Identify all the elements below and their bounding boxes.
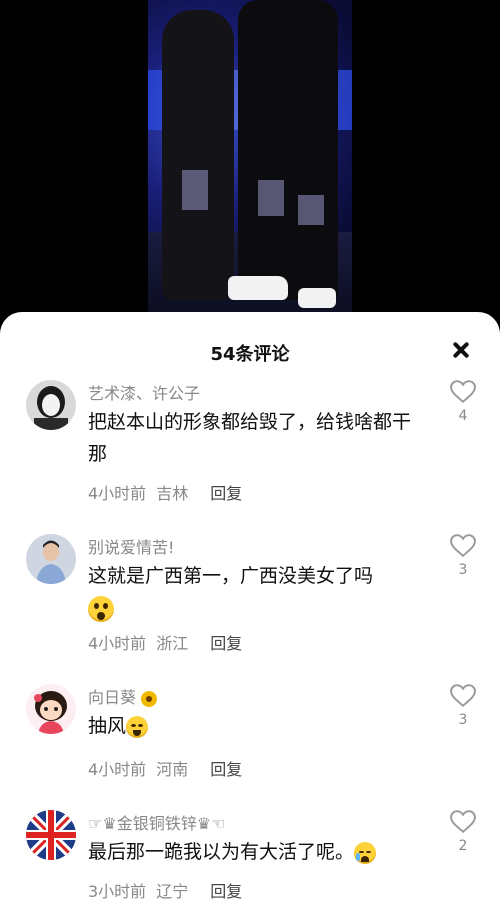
like-count: 2 [458,838,468,854]
mosaic-blur [258,180,284,216]
like-control[interactable]: 4 [448,380,478,424]
performer-woman [162,10,234,300]
shocked-emoji-icon [88,595,114,622]
comment-text: 这就是广西第一，广西没美女了吗 [88,560,418,624]
comment-time: 4小时前 [88,484,147,503]
like-count: 3 [458,712,468,728]
comment-time: 4小时前 [88,634,147,653]
video-player[interactable] [0,0,500,320]
comments-title: 54条评论 [210,344,290,365]
like-count: 4 [458,408,468,424]
comment-text-content: 这就是广西第一，广西没美女了吗 [88,565,374,587]
crying-emoji-icon [354,841,377,864]
comment-text-content: 最后那一跪我以为有大活了呢。 [88,841,355,863]
comment-time: 3小时前 [88,882,147,901]
comment-text-content: 抽风 [88,715,127,737]
comment-location: 吉林 [156,484,189,503]
reply-button[interactable]: 回复 [210,634,242,653]
avatar[interactable] [26,380,76,430]
white-sneaker [298,288,336,308]
sunflower-icon [141,690,158,707]
reply-button[interactable]: 回复 [210,484,242,503]
comment-meta: 4小时前 河南 回复 [88,756,252,780]
white-sneaker [228,276,288,300]
comment-text: 把赵本山的形象都给毁了，给钱啥都干那 [88,411,412,465]
comment-meta: 3小时前 辽宁 回复 [88,878,252,902]
like-control[interactable]: 3 [448,534,478,578]
heart-icon[interactable] [450,380,476,404]
comment-username-text: 向日葵 [88,688,137,707]
comment-location: 河南 [156,760,189,779]
avatar[interactable] [26,684,76,734]
avatar[interactable] [26,810,76,860]
mosaic-blur [182,170,208,210]
close-icon[interactable] [447,336,475,364]
comment-meta: 4小时前 吉林 回复 [88,480,252,504]
mosaic-blur [298,195,324,225]
comment-meta: 4小时前 浙江 回复 [88,630,252,654]
like-control[interactable]: 2 [448,810,478,854]
comment-text: 最后那一跪我以为有大活了呢。 [88,836,418,868]
heart-icon[interactable] [450,534,476,558]
comment-username[interactable]: 艺术漆、许公子 [88,380,200,404]
comment-time: 4小时前 [88,760,147,779]
heart-icon[interactable] [450,810,476,834]
comment-location: 浙江 [156,634,189,653]
heart-icon[interactable] [450,684,476,708]
like-count: 3 [458,562,468,578]
performer-man [238,0,338,300]
comment-text: 抽风 [88,710,418,742]
like-control[interactable]: 3 [448,684,478,728]
comment-username[interactable]: 向日葵 [88,684,158,708]
reply-button[interactable]: 回复 [210,882,242,901]
reply-button[interactable]: 回复 [210,760,242,779]
video-frame [148,0,352,312]
comments-sheet: 54条评论 艺术漆、许公子 把赵本山的形象都给毁了，给钱啥都干那 4小时前 吉林回… [0,312,500,908]
comment-location: 辽宁 [156,882,189,901]
avatar[interactable] [26,534,76,584]
comment-username[interactable]: 别说爱情苦! [88,534,174,558]
comment-username[interactable]: ☞♛金银铜铁锌♛☜ [88,810,225,834]
smiling-emoji-icon [126,715,149,738]
